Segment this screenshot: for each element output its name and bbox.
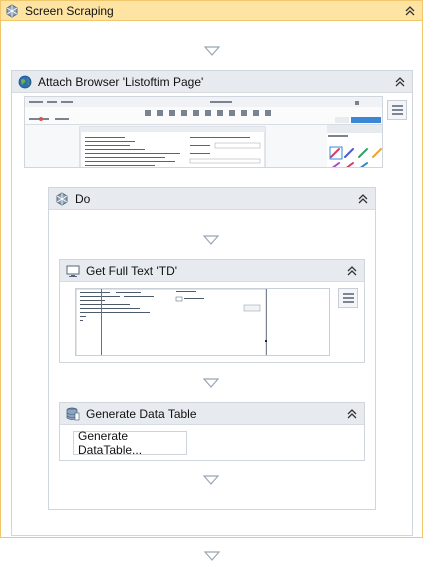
menu-icon (391, 105, 403, 107)
down-arrow-icon (204, 551, 220, 561)
generate-data-table-title: Generate Data Table (86, 406, 197, 421)
do-header[interactable]: Do (49, 188, 375, 210)
browser-screenshot-image (25, 97, 382, 167)
globe-icon (18, 75, 32, 88)
down-arrow-icon (203, 235, 219, 245)
get-full-text-title: Get Full Text 'TD' (86, 263, 178, 278)
element-screenshot-thumbnail (75, 288, 330, 356)
down-arrow-icon (204, 46, 220, 56)
get-full-text-menu-button[interactable] (338, 288, 358, 308)
do-title: Do (75, 191, 91, 206)
attach-browser-header[interactable]: Attach Browser 'Listoftim Page' (12, 71, 412, 93)
attach-browser-title: Attach Browser 'Listoftim Page' (38, 74, 204, 89)
generate-datatable-button[interactable]: Generate DataTable... (73, 429, 187, 457)
collapse-chevron-icon[interactable] (346, 264, 358, 278)
generate-data-table-header[interactable]: Generate Data Table (60, 403, 364, 425)
database-icon (66, 407, 80, 420)
collapse-chevron-icon[interactable] (346, 407, 358, 421)
sequence-icon (6, 3, 18, 18)
collapse-chevron-icon[interactable] (394, 75, 406, 89)
do-icon (56, 191, 68, 206)
attach-browser-menu-button[interactable] (387, 100, 407, 120)
workflow-canvas: Screen Scraping Attach Browser 'Listofti… (0, 0, 425, 587)
down-arrow-icon (203, 475, 219, 485)
monitor-icon (66, 265, 80, 277)
element-screenshot-image (76, 289, 329, 355)
collapse-chevron-icon[interactable] (404, 4, 416, 18)
sequence-title: Screen Scraping (25, 3, 114, 18)
down-arrow-icon (203, 378, 219, 388)
collapse-chevron-icon[interactable] (357, 192, 369, 206)
get-full-text-header[interactable]: Get Full Text 'TD' (60, 260, 364, 282)
browser-screenshot-thumbnail (24, 96, 383, 168)
menu-icon (342, 293, 354, 295)
sequence-header[interactable]: Screen Scraping (1, 1, 422, 21)
